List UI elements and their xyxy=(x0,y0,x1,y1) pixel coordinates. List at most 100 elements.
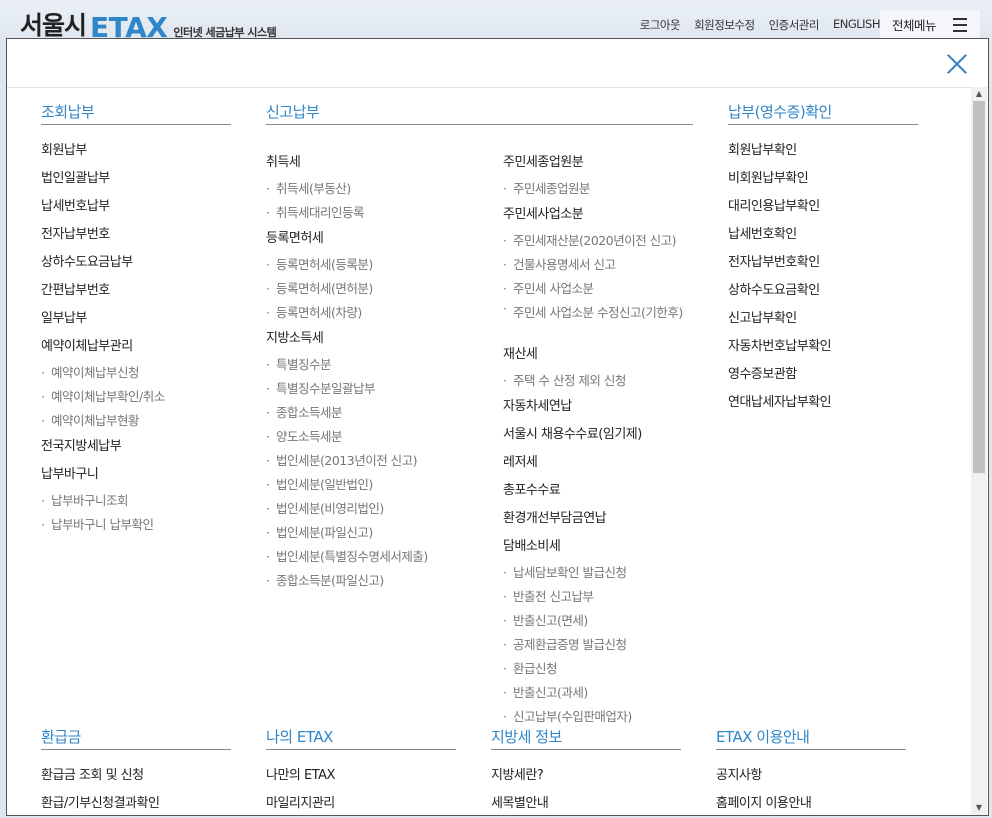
menu-link[interactable]: 서울시 채용수수료(임기제) xyxy=(503,421,723,449)
menu-link[interactable]: 간편납부번호 xyxy=(41,277,231,305)
menu-link[interactable]: 회원납부확인 xyxy=(728,137,918,165)
menu-link[interactable]: 주민세종업원분 xyxy=(503,149,723,177)
menu-link[interactable]: 대리인용납부확인 xyxy=(728,193,918,221)
submenu-link[interactable]: 법인세분(특별징수명세서제출) xyxy=(266,545,486,569)
menu-link[interactable]: 납세번호확인 xyxy=(728,221,918,249)
submenu-link[interactable]: 납부바구니 납부확인 xyxy=(41,513,231,537)
submenu-link[interactable]: 예약이체납부확인/취소 xyxy=(41,385,231,409)
menu-link[interactable]: 세목별안내 xyxy=(491,790,681,815)
menu-link[interactable]: 일부납부 xyxy=(41,305,231,333)
submenu-link[interactable]: 등록면허세(면허분) xyxy=(266,277,486,301)
submenu-link[interactable]: 환급신청 xyxy=(503,657,723,681)
menu-link[interactable]: 재산세 xyxy=(503,341,723,369)
menu-link[interactable]: 환급/기부신청결과확인 xyxy=(41,790,231,815)
menu-link[interactable]: 환경개선부담금연납 xyxy=(503,505,723,533)
submenu-link[interactable]: 반출전 신고납부 xyxy=(503,585,723,609)
submenu-link[interactable]: 종합소득분(파일신고) xyxy=(266,569,486,593)
menu-link[interactable]: 자동차번호납부확인 xyxy=(728,333,918,361)
menu-link[interactable]: 담배소비세 xyxy=(503,533,723,561)
section-inquiry: 조회납부 회원납부 법인일괄납부 납세번호납부 전자납부번호 상하수도요금납부 간편납부번… xyxy=(41,100,231,537)
menu-link[interactable]: 주민세사업소분 xyxy=(503,201,723,229)
submenu-link[interactable]: 취득세(부동산) xyxy=(266,177,486,201)
certificate-link[interactable]: 인증서관리 xyxy=(769,17,820,33)
full-menu-panel: 조회납부 회원납부 법인일괄납부 납세번호납부 전자납부번호 상하수도요금납부 간편납부번… xyxy=(6,38,989,816)
menu-link[interactable]: 납세번호납부 xyxy=(41,193,231,221)
submenu-link[interactable]: 등록면허세(차량) xyxy=(266,301,486,325)
menu-link[interactable]: 회원납부 xyxy=(41,137,231,165)
submenu-link[interactable]: 주택 수 산정 제외 신청 xyxy=(503,369,723,393)
menu-link[interactable]: 홈페이지 이용안내 xyxy=(716,790,906,815)
submenu-link[interactable]: 반출신고(면세) xyxy=(503,609,723,633)
close-icon[interactable] xyxy=(946,53,968,75)
menu-link[interactable]: 공지사항 xyxy=(716,762,906,790)
submenu-link[interactable]: 공제환급증명 발급신청 xyxy=(503,633,723,657)
section-title: 지방세 정보 xyxy=(491,725,681,750)
submenu-link[interactable]: 건물사용명세서 신고 xyxy=(503,253,723,277)
english-link[interactable]: ENGLISH xyxy=(833,17,881,33)
section-guide: ETAX 이용안내 공지사항 홈페이지 이용안내 xyxy=(716,725,906,815)
scroll-down-icon[interactable]: ▼ xyxy=(971,801,987,815)
menu-link[interactable]: 상하수도요금확인 xyxy=(728,277,918,305)
menu-content[interactable]: 조회납부 회원납부 법인일괄납부 납세번호납부 전자납부번호 상하수도요금납부 간편납부번… xyxy=(7,88,970,815)
submenu-link[interactable]: 주민세 사업소분 수정신고(기한후) xyxy=(503,301,683,341)
edit-profile-link[interactable]: 회원정보수정 xyxy=(694,17,755,33)
logout-link[interactable]: 로그아웃 xyxy=(640,17,681,33)
scrollbar-thumb[interactable] xyxy=(973,101,985,473)
menu-link[interactable]: 레저세 xyxy=(503,449,723,477)
submenu-link[interactable]: 등록면허세(등록분) xyxy=(266,253,486,277)
menu-link[interactable]: 나만의 ETAX xyxy=(266,762,456,790)
menu-link[interactable]: 총포수수료 xyxy=(503,477,723,505)
section-receipt: 납부(영수증)확인 회원납부확인 비회원납부확인 대리인용납부확인 납세번호확인 전자납… xyxy=(728,100,918,417)
section-refund: 환급금 환급금 조회 및 신청 환급/기부신청결과확인 xyxy=(41,725,231,815)
menu-link[interactable]: 예약이체납부관리 xyxy=(41,333,231,361)
submenu-link[interactable]: 납세담보확인 발급신청 xyxy=(503,561,723,585)
menu-link[interactable]: 등록면허세 xyxy=(266,225,486,253)
section-menu: 지방세란? 세목별안내 xyxy=(491,762,681,815)
submenu-link[interactable]: 양도소득세분 xyxy=(266,425,486,449)
menu-link[interactable]: 마일리지관리 xyxy=(266,790,456,815)
menu-link[interactable]: 지방세란? xyxy=(491,762,681,790)
menu-link[interactable]: 취득세 xyxy=(266,149,486,177)
section-menu: 취득세취득세(부동산)취득세대리인등록등록면허세등록면허세(등록분)등록면허세(… xyxy=(266,149,486,593)
site-header: 서울시 ETAX 인터넷 세금납부 시스템 로그아웃 회원정보수정 인증서관리 … xyxy=(0,0,992,42)
menu-link[interactable]: 상하수도요금납부 xyxy=(41,249,231,277)
menu-link[interactable]: 신고납부확인 xyxy=(728,305,918,333)
submenu-link[interactable]: 예약이체납부신청 xyxy=(41,361,231,385)
all-menu-button[interactable]: 전체메뉴 xyxy=(880,10,980,38)
submenu-link[interactable]: 법인세분(비영리법인) xyxy=(266,497,486,521)
submenu-link[interactable]: 종합소득세분 xyxy=(266,401,486,425)
submenu-link[interactable]: 특별징수분일괄납부 xyxy=(266,377,486,401)
all-menu-label: 전체메뉴 xyxy=(892,17,937,33)
submenu-link[interactable]: 반출신고(과세) xyxy=(503,681,723,705)
menu-link[interactable]: 비회원납부확인 xyxy=(728,165,918,193)
menu-link[interactable]: 전국지방세납부 xyxy=(41,433,231,461)
submenu-link[interactable]: 법인세분(파일신고) xyxy=(266,521,486,545)
menu-link[interactable]: 연대납세자납부확인 xyxy=(728,389,918,417)
submenu-link[interactable]: 납부바구니조회 xyxy=(41,489,231,513)
menu-link[interactable]: 법인일괄납부 xyxy=(41,165,231,193)
scroll-up-icon[interactable]: ▲ xyxy=(971,87,987,101)
section-menu: 나만의 ETAX 마일리지관리 xyxy=(266,762,456,815)
submenu-link[interactable]: 특별징수분 xyxy=(266,353,486,377)
submenu-link[interactable]: 법인세분(2013년이전 신고) xyxy=(266,449,486,473)
submenu-link[interactable]: 취득세대리인등록 xyxy=(266,201,486,225)
menu-link[interactable]: 자동차세연납 xyxy=(503,393,723,421)
section-menu: 환급금 조회 및 신청 환급/기부신청결과확인 xyxy=(41,762,231,815)
submenu-link[interactable]: 예약이체납부현황 xyxy=(41,409,231,433)
top-utility-nav: 로그아웃 회원정보수정 인증서관리 ENGLISH xyxy=(640,17,881,33)
vertical-scrollbar[interactable]: ▲ ▼ xyxy=(971,87,987,815)
logo-seoul-text: 서울시 xyxy=(20,11,87,40)
submenu-link[interactable]: 주민세종업원분 xyxy=(503,177,723,201)
section-local-tax: 지방세 정보 지방세란? 세목별안내 xyxy=(491,725,681,815)
submenu-link[interactable]: 주민세 사업소분 xyxy=(503,277,723,301)
menu-link[interactable]: 전자납부번호확인 xyxy=(728,249,918,277)
menu-link[interactable]: 환급금 조회 및 신청 xyxy=(41,762,231,790)
section-title: ETAX 이용안내 xyxy=(716,725,906,750)
menu-link[interactable]: 지방소득세 xyxy=(266,325,486,353)
submenu-link[interactable]: 주민세재산분(2020년이전 신고) xyxy=(503,229,723,253)
menu-link[interactable]: 납부바구니 xyxy=(41,461,231,489)
submenu-link[interactable]: 법인세분(일반법인) xyxy=(266,473,486,497)
menu-link[interactable]: 영수증보관함 xyxy=(728,361,918,389)
menu-link[interactable]: 전자납부번호 xyxy=(41,221,231,249)
site-logo[interactable]: 서울시 ETAX 인터넷 세금납부 시스템 xyxy=(20,6,277,42)
